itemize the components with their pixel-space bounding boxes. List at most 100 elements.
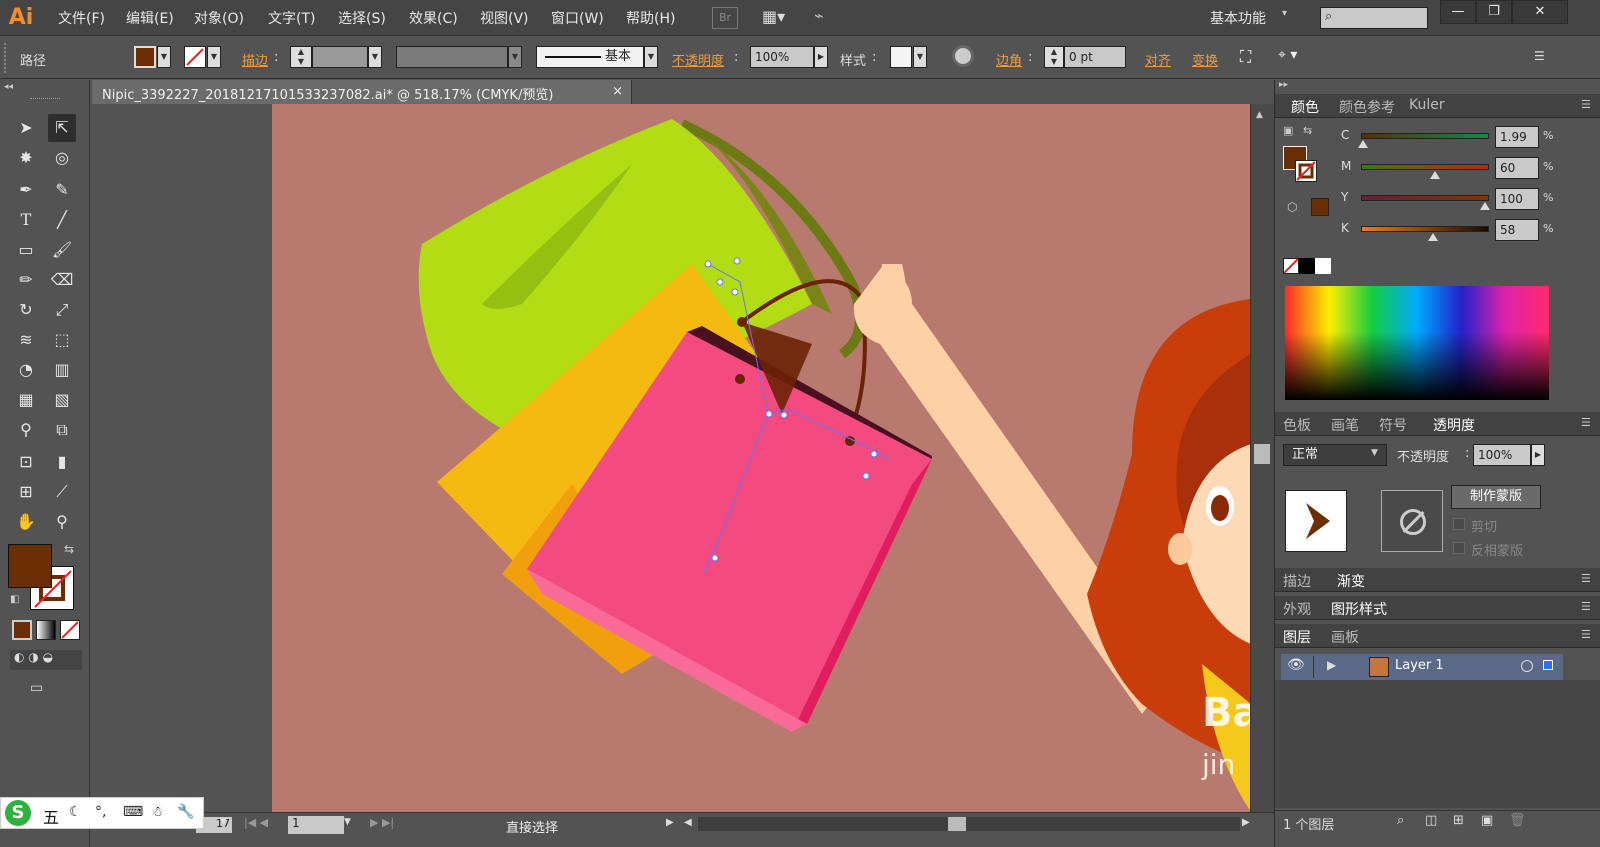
panel-menu-icon[interactable]: ☰ <box>1534 49 1545 63</box>
fill-swatch[interactable] <box>134 46 156 68</box>
brush-definition[interactable]: 基本 <box>536 46 644 68</box>
paintbrush-tool-icon[interactable]: 🖌 <box>48 236 76 264</box>
channel-value-field[interactable]: 1.99 <box>1495 126 1539 148</box>
stroke-weight-field[interactable] <box>312 46 368 68</box>
workspace-switcher[interactable]: 基本功能 <box>1210 8 1266 28</box>
fill-color-box[interactable] <box>8 544 52 588</box>
make-mask-button[interactable]: 制作蒙版 <box>1451 485 1541 509</box>
opacity-label[interactable]: 不透明度 <box>672 50 724 69</box>
gradient-tool-icon[interactable]: ▧ <box>48 386 76 414</box>
variable-width-profile[interactable] <box>396 46 508 68</box>
mesh-tool-icon[interactable]: ▦ <box>12 386 40 414</box>
hand-tool-icon[interactable]: ✋ <box>12 508 40 536</box>
panel-menu-icon[interactable]: ☰ <box>1581 416 1591 429</box>
first-artboard-icon[interactable]: |◀ ◀ <box>244 816 268 829</box>
rotate-tool-icon[interactable]: ↻ <box>12 296 40 324</box>
vertical-scrollbar[interactable]: ▲ <box>1250 104 1274 812</box>
column-graph-tool-icon[interactable]: ▮ <box>48 448 76 476</box>
delete-layer-icon[interactable]: 🗑 <box>1509 813 1526 828</box>
slider-thumb[interactable] <box>1430 171 1441 179</box>
color-mode-button[interactable] <box>12 620 32 640</box>
pencil-tool-icon[interactable]: ✏ <box>12 266 40 294</box>
blend-tool-icon[interactable]: ⧉ <box>48 416 76 444</box>
eyedropper-tool-icon[interactable]: ⚲ <box>12 416 40 444</box>
corner-stepper[interactable]: ▲ ▼ <box>1044 46 1064 68</box>
punctuation-icon[interactable]: °, <box>95 804 106 820</box>
tab-kuler[interactable]: Kuler <box>1409 97 1445 113</box>
opacity-arrow[interactable]: ▶ <box>814 46 828 68</box>
fill-dropdown[interactable]: ▼ <box>157 46 171 68</box>
swap-icon[interactable]: ⇆ <box>1303 124 1312 137</box>
menu-effect[interactable]: 效果(C) <box>409 8 458 28</box>
perspective-grid-tool-icon[interactable]: ▥ <box>48 356 76 384</box>
status-menu-arrow[interactable]: ▶ <box>666 817 674 828</box>
white-swatch[interactable] <box>1315 258 1331 274</box>
new-sublayer-icon[interactable]: ⊞ <box>1453 813 1464 828</box>
tab-color-guide[interactable]: 颜色参考 <box>1339 97 1395 117</box>
channel-slider[interactable] <box>1361 164 1489 170</box>
free-transform-tool-icon[interactable]: ⬚ <box>48 326 76 354</box>
layers-list[interactable] <box>1275 680 1600 808</box>
mask-thumbnail[interactable] <box>1381 490 1443 552</box>
opacity-slider-arrow[interactable]: ▶ <box>1531 444 1545 466</box>
new-layer-icon[interactable]: ▣ <box>1481 813 1493 828</box>
menu-view[interactable]: 视图(V) <box>480 8 529 28</box>
menu-object[interactable]: 对象(O) <box>194 8 244 28</box>
locate-object-icon[interactable]: ⌕ <box>1397 813 1404 828</box>
default-colors-icon[interactable]: ◧ <box>10 594 19 605</box>
opacity-field[interactable]: 100% <box>750 46 814 68</box>
object-thumbnail[interactable] <box>1285 490 1347 552</box>
artboard-number-field[interactable]: 1 <box>288 816 344 834</box>
select-similar-icon[interactable]: ⌖ ▾ <box>1278 47 1297 63</box>
in-gamut-swatch[interactable] <box>1311 198 1329 216</box>
stroke-weight-dropdown[interactable]: ▼ <box>368 46 382 68</box>
type-tool-icon[interactable]: T <box>12 206 40 234</box>
clip-checkbox[interactable] <box>1453 518 1465 530</box>
scale-tool-icon[interactable]: ⤢ <box>48 296 76 324</box>
swap-colors-icon[interactable]: ⇆ <box>64 542 74 556</box>
expand-arrow-icon[interactable]: ▶ <box>1327 658 1336 672</box>
tab-gradient[interactable]: 渐变 <box>1337 571 1365 591</box>
help-search-input[interactable]: ⌕ <box>1320 7 1428 29</box>
wrench-icon[interactable]: 🔧 <box>177 804 194 820</box>
arrange-documents-icon[interactable]: ▦▾ <box>762 7 798 29</box>
align-link[interactable]: 对齐 <box>1145 50 1171 69</box>
stroke-dropdown[interactable]: ▼ <box>207 46 221 68</box>
channel-slider[interactable] <box>1361 226 1489 232</box>
shape-builder-tool-icon[interactable]: ◔ <box>12 356 40 384</box>
color-spectrum[interactable] <box>1285 286 1549 400</box>
grip-handle[interactable] <box>30 98 60 101</box>
recolor-artwork-icon[interactable] <box>952 45 974 67</box>
tab-appearance[interactable]: 外观 <box>1283 599 1311 619</box>
close-window-button[interactable]: ✕ <box>1512 0 1568 24</box>
skin-icon[interactable]: ☃ <box>151 804 164 820</box>
menu-select[interactable]: 选择(S) <box>338 8 386 28</box>
lasso-tool-icon[interactable]: ◎ <box>48 144 76 172</box>
expand-panels-icon[interactable]: ▸▸ <box>1279 80 1288 90</box>
artboard-tool-icon[interactable]: ⊞ <box>12 478 40 506</box>
sync-icon[interactable]: ⌁ <box>814 6 844 30</box>
tab-brushes[interactable]: 画笔 <box>1331 415 1359 435</box>
gradient-mode-button[interactable] <box>36 620 56 640</box>
grip-handle[interactable] <box>4 43 8 73</box>
symbol-sprayer-tool-icon[interactable]: ⊡ <box>12 448 40 476</box>
tab-color[interactable]: 颜色 <box>1291 97 1319 117</box>
curvature-tool-icon[interactable]: ✎ <box>48 176 76 204</box>
tab-symbols[interactable]: 符号 <box>1379 415 1407 435</box>
slice-tool-icon[interactable]: ⟋ <box>48 478 76 506</box>
artboard-dropdown[interactable]: ▼ <box>344 817 351 827</box>
menu-file[interactable]: 文件(F) <box>58 8 105 28</box>
eraser-tool-icon[interactable]: ⌫ <box>48 266 76 294</box>
pen-tool-icon[interactable]: ✒ <box>12 176 40 204</box>
cmyk-warning-icon[interactable]: ▣ <box>1283 124 1293 137</box>
menu-type[interactable]: 文字(T) <box>268 8 315 28</box>
artboard[interactable]: Ba jin <box>272 104 1251 812</box>
rectangle-tool-icon[interactable]: ▭ <box>12 236 40 264</box>
ime-mode[interactable]: 五 <box>43 804 59 828</box>
layer-name[interactable]: Layer 1 <box>1395 658 1444 673</box>
corner-label[interactable]: 边角 <box>996 50 1022 69</box>
channel-value-field[interactable]: 60 <box>1495 157 1539 179</box>
ime-toolbar[interactable]: S 五 ☾ °, ⌨ ☃ 🔧 <box>0 797 204 829</box>
menu-help[interactable]: 帮助(H) <box>626 8 675 28</box>
transparency-opacity-field[interactable]: 100% <box>1473 444 1531 466</box>
